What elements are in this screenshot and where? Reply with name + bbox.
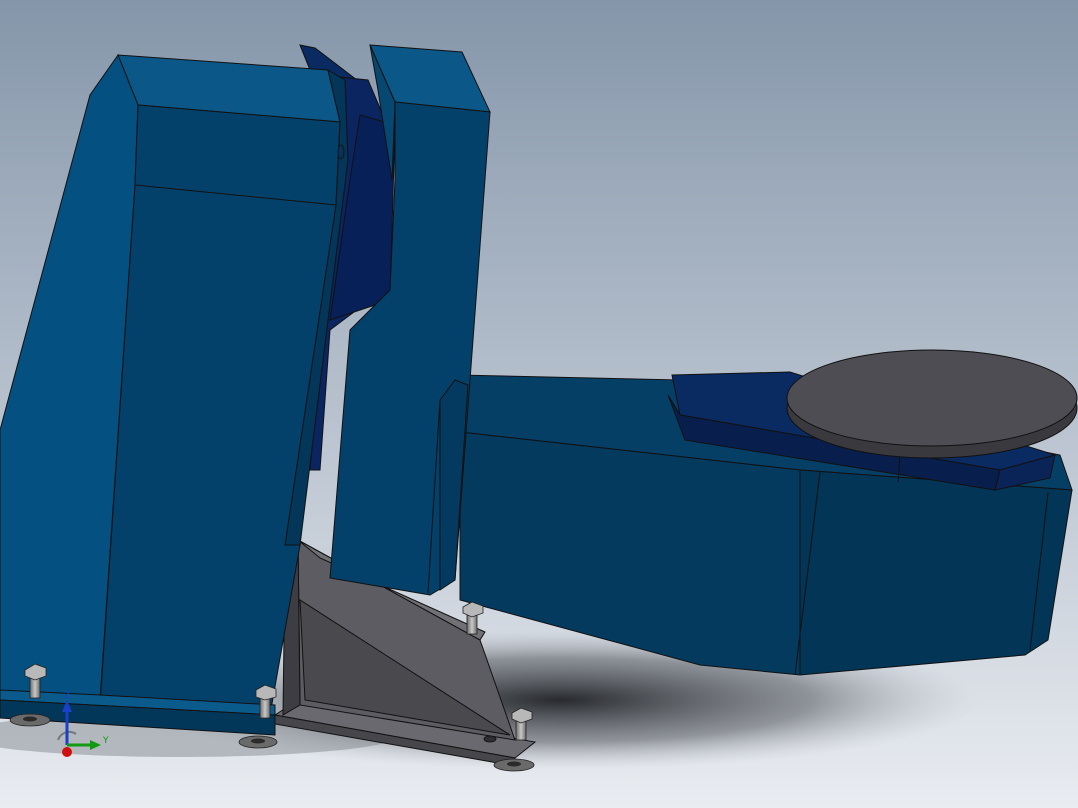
bolt-washer-hole [507, 761, 521, 767]
base-plate-hole [483, 735, 497, 743]
bolt-washer-hole [251, 738, 265, 744]
triad-z-label: Z [64, 691, 70, 701]
arm-end-face [799, 469, 1073, 676]
left-upright-pin [337, 144, 345, 160]
turntable[interactable] [786, 349, 1078, 459]
bolt-washer-hole [23, 716, 37, 722]
turntable-top [786, 349, 1078, 447]
triad-y-label: Y [102, 736, 109, 746]
triad-x-axis-dot [62, 747, 72, 757]
model-canvas[interactable]: Z Y [0, 0, 1078, 808]
cad-model-viewport[interactable]: Z Y [0, 0, 1078, 808]
